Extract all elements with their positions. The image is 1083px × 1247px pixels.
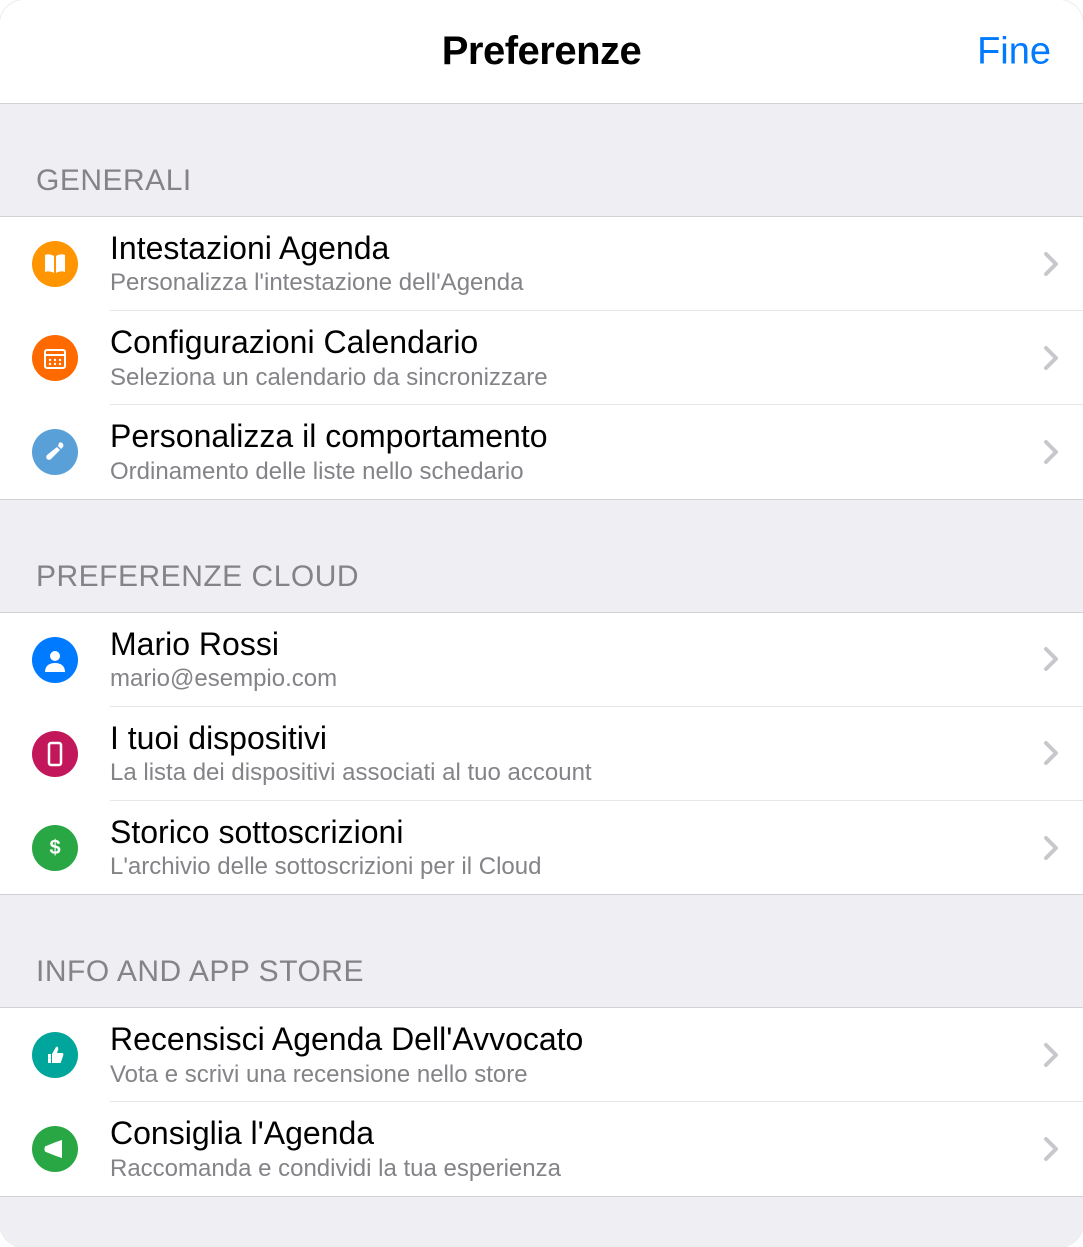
section-header-info: Info and App Store	[0, 895, 1083, 1007]
section-header-cloud: Preferenze Cloud	[0, 500, 1083, 612]
row-title: Mario Rossi	[110, 625, 1031, 663]
chevron-right-icon	[1043, 251, 1059, 277]
row-recommend-app[interactable]: Consiglia l'Agenda Raccomanda e condivid…	[0, 1102, 1083, 1195]
row-title: Recensisci Agenda Dell'Avvocato	[110, 1020, 1031, 1058]
row-subtitle: Ordinamento delle liste nello schedario	[110, 458, 1031, 487]
preferences-modal: Preferenze Fine Generali Intestazioni Ag…	[0, 0, 1083, 1247]
row-title: Personalizza il comportamento	[110, 417, 1031, 455]
chevron-right-icon	[1043, 1136, 1059, 1162]
section-info: Recensisci Agenda Dell'Avvocato Vota e s…	[0, 1007, 1083, 1196]
row-devices[interactable]: I tuoi dispositivi La lista dei disposit…	[0, 707, 1083, 801]
row-subtitle: Vota e scrivi una recensione nello store	[110, 1061, 1031, 1090]
thumbs-up-icon	[32, 1032, 78, 1078]
section-cloud: Mario Rossi mario@esempio.com I t	[0, 612, 1083, 896]
page-title: Preferenze	[442, 29, 642, 74]
chevron-right-icon	[1043, 646, 1059, 672]
row-calendar-config[interactable]: Configurazioni Calendario Seleziona un c…	[0, 311, 1083, 405]
row-customize-behavior[interactable]: Personalizza il comportamento Ordinament…	[0, 405, 1083, 498]
header: Preferenze Fine	[0, 0, 1083, 104]
chevron-right-icon	[1043, 439, 1059, 465]
svg-text:$: $	[49, 837, 60, 859]
chevron-right-icon	[1043, 345, 1059, 371]
row-subtitle: Seleziona un calendario da sincronizzare	[110, 364, 1031, 393]
megaphone-icon	[32, 1126, 78, 1172]
row-title: Consiglia l'Agenda	[110, 1114, 1031, 1152]
row-account[interactable]: Mario Rossi mario@esempio.com	[0, 613, 1083, 707]
section-header-generali: Generali	[0, 104, 1083, 216]
row-subtitle: Raccomanda e condividi la tua esperienza	[110, 1155, 1031, 1184]
row-subtitle: L'archivio delle sottoscrizioni per il C…	[110, 853, 1031, 882]
section-generali: Intestazioni Agenda Personalizza l'intes…	[0, 216, 1083, 500]
book-icon	[32, 241, 78, 287]
row-subtitle: Personalizza l'intestazione dell'Agenda	[110, 269, 1031, 298]
calendar-icon	[32, 335, 78, 381]
dollar-icon: $	[32, 825, 78, 871]
chevron-right-icon	[1043, 1042, 1059, 1068]
chevron-right-icon	[1043, 740, 1059, 766]
row-subtitle: La lista dei dispositivi associati al tu…	[110, 759, 1031, 788]
user-icon	[32, 637, 78, 683]
row-subscription-history[interactable]: $ Storico sottoscrizioni L'archivio dell…	[0, 801, 1083, 894]
wrench-icon	[32, 429, 78, 475]
content-scroll[interactable]: Generali Intestazioni Agenda Personalizz…	[0, 104, 1083, 1247]
row-title: Configurazioni Calendario	[110, 323, 1031, 361]
device-icon	[32, 731, 78, 777]
row-review-app[interactable]: Recensisci Agenda Dell'Avvocato Vota e s…	[0, 1008, 1083, 1102]
row-subtitle: mario@esempio.com	[110, 665, 1031, 694]
row-title: Storico sottoscrizioni	[110, 813, 1031, 851]
row-title: Intestazioni Agenda	[110, 229, 1031, 267]
row-agenda-headers[interactable]: Intestazioni Agenda Personalizza l'intes…	[0, 217, 1083, 311]
done-button[interactable]: Fine	[977, 30, 1051, 73]
chevron-right-icon	[1043, 835, 1059, 861]
row-title: I tuoi dispositivi	[110, 719, 1031, 757]
